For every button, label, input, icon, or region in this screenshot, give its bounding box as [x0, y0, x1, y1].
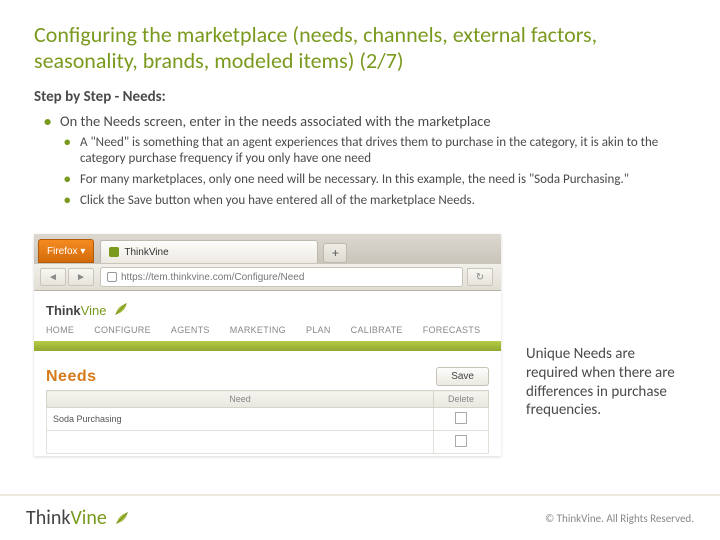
bullet-1: On the Needs screen, enter in the needs … — [58, 112, 686, 131]
tab-label: ThinkVine — [124, 247, 168, 258]
forward-button[interactable]: ► — [68, 268, 94, 286]
leaf-icon — [113, 510, 131, 526]
nav-calibrate[interactable]: CALIBRATE — [351, 325, 403, 335]
table-header-row: Need Delete — [47, 391, 489, 408]
app-nav: HOME CONFIGURE AGENTS MARKETING PLAN CAL… — [34, 321, 501, 341]
url-text: https://tem.thinkvine.com/Configure/Need — [121, 272, 304, 283]
copyright: © ThinkVine. All Rights Reserved. — [545, 512, 694, 525]
footer-logo-2: Vine — [70, 506, 106, 530]
logo-part-2: Vine — [81, 303, 107, 318]
bullet-list: On the Needs screen, enter in the needs … — [34, 112, 686, 209]
bullet-1a: A "Need" is something that an agent expe… — [78, 135, 686, 168]
bullet-1b: For many marketplaces, only one need wil… — [78, 172, 686, 189]
col-need: Need — [47, 391, 434, 408]
need-cell-empty[interactable] — [47, 431, 434, 454]
slide: Configuring the marketplace (needs, chan… — [0, 0, 720, 540]
nav-reports-truncated[interactable]: RE — [500, 325, 501, 335]
nav-plan[interactable]: PLAN — [306, 325, 331, 335]
nav-forecasts[interactable]: FORECASTS — [423, 325, 481, 335]
footer-logo-1: Think — [26, 506, 70, 530]
accent-bar — [34, 341, 501, 351]
tab-strip: Firefox ▾ ThinkVine + — [34, 234, 501, 263]
delete-checkbox[interactable] — [455, 412, 467, 424]
delete-checkbox[interactable] — [455, 435, 467, 447]
slide-title: Configuring the marketplace (needs, chan… — [34, 22, 686, 74]
need-cell[interactable]: Soda Purchasing — [47, 408, 434, 431]
firefox-menu-button[interactable]: Firefox ▾ — [38, 239, 94, 263]
back-button[interactable]: ◄ — [40, 268, 66, 286]
page-body: Needs Save Need Delete Soda Purchasing — [34, 351, 501, 456]
table-row: Soda Purchasing — [47, 408, 489, 431]
browser-screenshot: Firefox ▾ ThinkVine + ◄ ► https://tem.th… — [34, 234, 501, 456]
save-button[interactable]: Save — [436, 367, 489, 386]
app-logo: ThinkVine — [34, 291, 501, 321]
url-bar-row: ◄ ► https://tem.thinkvine.com/Configure/… — [34, 263, 501, 291]
lock-icon — [107, 272, 117, 282]
leaf-icon — [112, 301, 130, 317]
nav-agents[interactable]: AGENTS — [171, 325, 210, 335]
reload-button[interactable]: ↻ — [467, 268, 493, 286]
bullet-1c: Click the Save button when you have ente… — [78, 193, 686, 210]
app-content: ThinkVine HOME CONFIGURE AGENTS MARKETIN… — [34, 291, 501, 456]
footer-logo: ThinkVine — [26, 506, 131, 530]
nav-home[interactable]: HOME — [46, 325, 74, 335]
address-bar[interactable]: https://tem.thinkvine.com/Configure/Need — [100, 267, 463, 287]
slide-footer: ThinkVine © ThinkVine. All Rights Reserv… — [0, 494, 720, 540]
page-title: Needs — [46, 368, 97, 386]
browser-chrome: Firefox ▾ ThinkVine + ◄ ► https://tem.th… — [34, 234, 501, 291]
browser-tab[interactable]: ThinkVine — [100, 240, 318, 263]
side-note: Unique Needs are required when there are… — [526, 345, 686, 420]
step-heading: Step by Step - Needs: — [34, 88, 686, 106]
col-delete: Delete — [434, 391, 489, 408]
table-row — [47, 431, 489, 454]
nav-marketing[interactable]: MARKETING — [230, 325, 286, 335]
needs-table: Need Delete Soda Purchasing — [46, 390, 489, 454]
favicon-icon — [109, 247, 119, 257]
nav-configure[interactable]: CONFIGURE — [94, 325, 151, 335]
page-header-row: Needs Save — [46, 367, 489, 386]
logo-part-1: Think — [46, 303, 81, 318]
new-tab-button[interactable]: + — [323, 243, 347, 263]
